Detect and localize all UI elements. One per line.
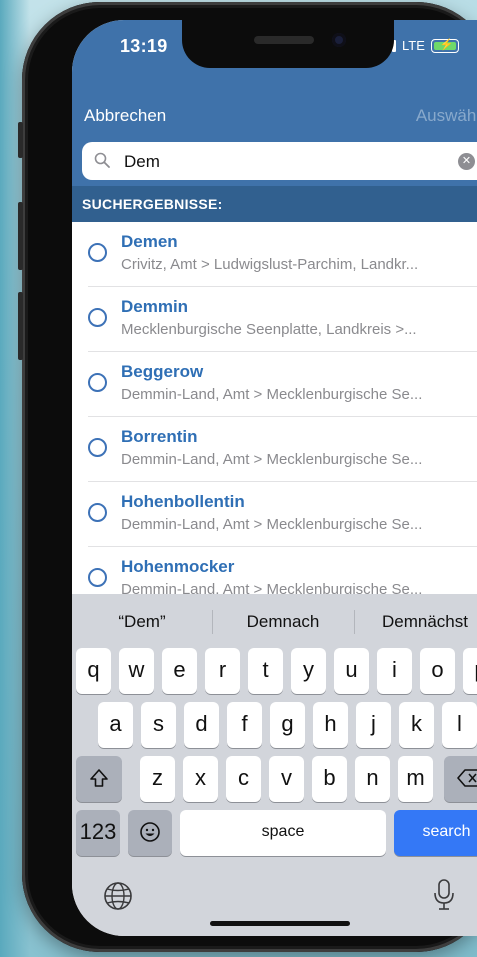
key-z[interactable]: z [140,756,175,802]
suggestion-3[interactable]: Demnächst [355,612,477,632]
results-list: Demen Crivitz, Amt > Ludwigslust-Parchim,… [72,222,477,594]
result-title: Hohenbollentin [121,492,245,511]
radio-icon[interactable] [88,503,107,522]
result-title: Demen [121,232,178,251]
key-p[interactable]: p [463,648,477,694]
suggestion-1[interactable]: “Dem” [72,612,212,632]
home-indicator [210,921,350,926]
section-header: SUCHERGEBNISSE: [72,186,477,222]
numbers-key[interactable]: 123 [76,810,120,856]
space-key[interactable]: space [180,810,386,856]
notch [182,20,394,68]
cancel-button[interactable]: Abbrechen [84,106,166,126]
key-b[interactable]: b [312,756,347,802]
key-g[interactable]: g [270,702,305,748]
key-e[interactable]: e [162,648,197,694]
globe-icon[interactable] [102,880,134,912]
network-label: LTE [402,38,425,53]
key-m[interactable]: m [398,756,433,802]
key-j[interactable]: j [356,702,391,748]
microphone-icon[interactable] [432,878,456,912]
result-row[interactable]: Borrentin Demmin-Land, Amt > Mecklenburgi… [72,417,477,482]
key-r[interactable]: r [205,648,240,694]
phone-frame: 13:19 LTE ⚡ Abbrechen Auswählen Dem ✕ SU… [18,2,477,952]
result-subtitle: Demmin-Land, Amt > Mecklenburgische Se..… [121,516,423,533]
result-title: Beggerow [121,362,204,381]
select-button[interactable]: Auswählen [416,106,477,126]
key-y[interactable]: y [291,648,326,694]
result-row[interactable]: Demmin Mecklenburgische Seenplatte, Landk… [72,287,477,352]
key-d[interactable]: d [184,702,219,748]
status-time: 13:19 [120,36,168,56]
result-row[interactable]: Hohenbollentin Demmin-Land, Amt > Mecklen… [72,482,477,547]
result-row[interactable]: Beggerow Demmin-Land, Amt > Mecklenburgis… [72,352,477,417]
search-field[interactable]: Dem ✕ [82,142,477,180]
search-key[interactable]: search [394,810,477,856]
emoji-icon [140,822,160,842]
key-n[interactable]: n [355,756,390,802]
key-w[interactable]: w [119,648,154,694]
search-input[interactable]: Dem [124,152,160,172]
result-title: Borrentin [121,427,198,446]
key-h[interactable]: h [313,702,348,748]
result-row[interactable]: Demen Crivitz, Amt > Ludwigslust-Parchim,… [72,222,477,287]
status-indicators: LTE ⚡ [392,38,459,53]
radio-icon[interactable] [88,308,107,327]
radio-icon[interactable] [88,373,107,392]
clear-icon[interactable]: ✕ [458,153,475,170]
suggestion-2[interactable]: Demnach [213,612,353,632]
key-c[interactable]: c [226,756,261,802]
key-q[interactable]: q [76,648,111,694]
delete-key[interactable] [444,756,477,802]
key-x[interactable]: x [183,756,218,802]
key-s[interactable]: s [141,702,176,748]
radio-icon[interactable] [88,568,107,587]
result-subtitle: Mecklenburgische Seenplatte, Landkreis >… [121,321,417,338]
shift-icon [90,769,108,787]
volume-up-button [18,202,23,270]
result-subtitle: Demmin-Land, Amt > Mecklenburgische Se..… [121,386,423,403]
key-v[interactable]: v [269,756,304,802]
result-row[interactable]: Hohenmocker Demmin-Land, Amt > Mecklenbur… [72,547,477,594]
keyboard: “Dem” Demnach Demnächst 123 space search [72,594,477,936]
key-u[interactable]: u [334,648,369,694]
radio-icon[interactable] [88,438,107,457]
search-icon [94,152,110,168]
key-t[interactable]: t [248,648,283,694]
key-k[interactable]: k [399,702,434,748]
result-title: Demmin [121,297,189,316]
result-subtitle: Crivitz, Amt > Ludwigslust-Parchim, Land… [121,256,419,273]
result-title: Hohenmocker [121,557,235,576]
radio-icon[interactable] [88,243,107,262]
emoji-key[interactable] [128,810,172,856]
key-l[interactable]: l [442,702,477,748]
battery-icon: ⚡ [430,38,459,53]
result-subtitle: Demmin-Land, Amt > Mecklenburgische Se..… [121,581,423,594]
result-subtitle: Demmin-Land, Amt > Mecklenburgische Se..… [121,451,423,468]
key-f[interactable]: f [227,702,262,748]
key-i[interactable]: i [377,648,412,694]
suggestion-bar: “Dem” Demnach Demnächst [72,594,477,650]
key-a[interactable]: a [98,702,133,748]
mute-switch [18,122,23,158]
camera [332,33,346,47]
shift-key[interactable] [76,756,122,802]
key-o[interactable]: o [420,648,455,694]
backspace-icon [457,769,477,787]
screen: 13:19 LTE ⚡ Abbrechen Auswählen Dem ✕ SU… [72,20,477,936]
speaker [254,36,314,44]
volume-down-button [18,292,23,360]
